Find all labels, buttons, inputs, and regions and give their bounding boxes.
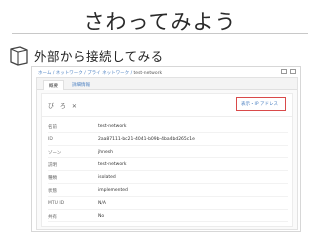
breadcrumb-separator: / — [52, 71, 55, 76]
row-value: jhnesh — [98, 149, 113, 155]
title-divider — [12, 33, 308, 34]
row-key: 種類 — [48, 176, 57, 182]
row-value: N/A — [98, 200, 106, 206]
table-row: ID 2aa87111-bc21-4041-b09b-4ba4bd265c1e — [48, 133, 288, 146]
table-row: 説明 test-network — [48, 158, 288, 172]
detail-table: 名前 test-network ID 2aa87111-bc21-4041-b09b-… — [48, 120, 288, 223]
breadcrumb-link[interactable]: ホーム — [38, 71, 51, 76]
breadcrumb-separator: / — [84, 71, 86, 76]
action-icons[interactable]: び ろ ✕ — [48, 101, 79, 110]
row-value: implemented — [98, 187, 128, 193]
row-value: test-network — [98, 124, 127, 129]
table-row: MTU ID N/A — [48, 197, 288, 210]
row-value: test-network — [98, 162, 127, 168]
tab-bar: 概要 詳細情報 — [37, 78, 297, 90]
detail-card: び ろ ✕ 表示・IP アドレス 名前 test-network ID 2aa8711… — [41, 93, 293, 227]
view-ip-address-label: 表示・IP アドレス — [241, 102, 278, 107]
row-key: ID — [48, 136, 53, 142]
row-key: 状態 — [48, 188, 57, 194]
breadcrumb: ホーム / ネットワーク / プライ ネットワーク / test-network — [38, 70, 162, 76]
tab-overview[interactable]: 概要 — [43, 80, 64, 90]
row-key: ゾーン — [48, 150, 62, 156]
table-row: 状態 implemented — [48, 184, 288, 197]
table-row: 種類 isolated — [48, 171, 288, 184]
row-value: 2aa87111-bc21-4041-b09b-4ba4bd265c1e — [98, 136, 195, 142]
breadcrumb-link[interactable]: プライ ネットワーク — [87, 71, 129, 76]
section-subtitle: 外部から接続してみる — [34, 49, 164, 64]
table-row: ゾーン jhnesh — [48, 146, 288, 159]
console-screenshot: ホーム / ネットワーク / プライ ネットワーク / test-network… — [31, 66, 301, 232]
breadcrumb-current: test-network — [133, 71, 163, 76]
row-key: MTU ID — [48, 200, 65, 206]
window-icon[interactable] — [281, 69, 287, 74]
divider — [42, 116, 292, 117]
row-value: isolated — [98, 175, 116, 181]
row-value: No — [98, 213, 105, 219]
tab-details[interactable]: 詳細情報 — [67, 80, 95, 90]
breadcrumb-link[interactable]: ネットワーク — [56, 71, 83, 76]
view-ip-address-button[interactable]: 表示・IP アドレス — [236, 97, 286, 111]
breadcrumb-separator: / — [130, 71, 133, 76]
detail-panel: 概要 詳細情報 び ろ ✕ 表示・IP アドレス 名前 test-network I… — [36, 77, 298, 230]
page-title: さわってみよう — [83, 10, 237, 34]
row-key: 名前 — [48, 125, 57, 130]
row-key: 説明 — [48, 163, 57, 169]
row-key: 共有 — [48, 214, 57, 220]
table-row: 共有 No — [48, 210, 288, 223]
book-icon — [10, 46, 28, 66]
table-row: 名前 test-network — [48, 120, 288, 133]
window-icon[interactable] — [290, 69, 296, 74]
